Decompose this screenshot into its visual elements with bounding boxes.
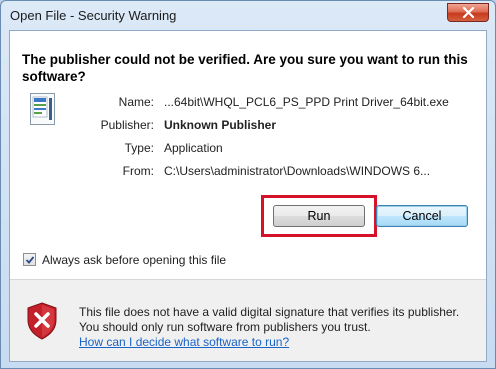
dialog-panel: The publisher could not be verified. Are… bbox=[9, 30, 487, 362]
window-title: Open File - Security Warning bbox=[10, 8, 177, 23]
run-button[interactable]: Run bbox=[273, 205, 365, 227]
name-value: ...64bit\WHQL_PCL6_PS_PPD Print Driver_6… bbox=[164, 95, 449, 109]
name-label: Name: bbox=[118, 95, 154, 109]
close-icon bbox=[462, 7, 475, 19]
signature-warning-text: This file does not have a valid digital … bbox=[79, 305, 460, 334]
publisher-label: Publisher: bbox=[100, 118, 154, 132]
type-label: Type: bbox=[124, 141, 154, 155]
checkmark-icon bbox=[25, 256, 35, 264]
security-warning-dialog: Open File - Security Warning The publish… bbox=[0, 0, 496, 369]
warning-heading: The publisher could not be verified. Are… bbox=[22, 52, 468, 84]
help-link[interactable]: How can I decide what software to run? bbox=[79, 335, 289, 349]
security-shield-error-icon bbox=[27, 302, 57, 340]
always-ask-label: Always ask before opening this file bbox=[42, 253, 227, 267]
always-ask-checkbox[interactable] bbox=[23, 253, 36, 266]
publisher-value: Unknown Publisher bbox=[164, 118, 277, 132]
title-bar[interactable]: Open File - Security Warning bbox=[1, 1, 495, 30]
close-button[interactable] bbox=[447, 3, 489, 22]
cancel-button[interactable]: Cancel bbox=[376, 205, 468, 227]
type-value: Application bbox=[164, 141, 223, 155]
from-label: From: bbox=[122, 164, 154, 178]
from-value: C:\Users\administrator\Downloads\WINDOWS… bbox=[164, 164, 431, 178]
